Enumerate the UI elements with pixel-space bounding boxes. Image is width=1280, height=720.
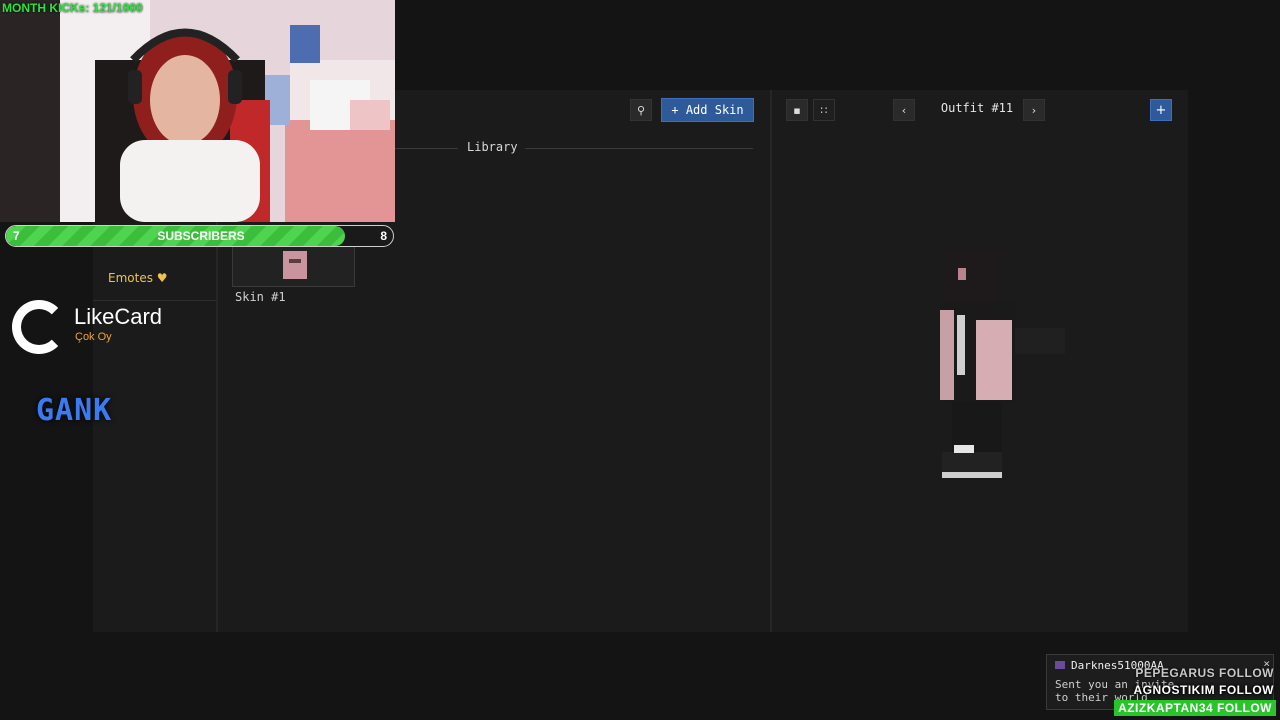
character-ear (958, 268, 966, 280)
chevron-left-icon: ‹ (901, 103, 907, 117)
library-divider-left (395, 148, 458, 149)
outfit-title: Outfit #11 (940, 101, 1014, 115)
webcam-image (0, 0, 395, 222)
follow-alert: AZIZKAPTAN34 FOLLOW (1114, 700, 1276, 716)
sponsor-likecard: LikeCard Çok Oy (12, 300, 212, 356)
character-head (945, 250, 1000, 302)
grid-view-button[interactable]: ∷ (813, 99, 835, 121)
character-jacket (976, 320, 1012, 400)
prev-outfit-button[interactable]: ‹ (893, 99, 915, 121)
subscriber-goal-bar: 7 SUBSCRIBERS 8 (5, 225, 394, 247)
character-preview[interactable] (940, 250, 1070, 485)
character-arm (940, 310, 954, 400)
skin-thumbnail (283, 251, 307, 279)
character-shoe-laces (954, 445, 974, 453)
library-divider-right (525, 148, 753, 149)
skin-card[interactable] (232, 247, 355, 287)
next-outfit-button[interactable]: › (1023, 99, 1045, 121)
library-title: Library (467, 140, 518, 154)
subscriber-goal: 8 (380, 229, 387, 243)
add-skin-button[interactable]: + Add Skin (661, 98, 754, 122)
sponsor-name: LikeCard (74, 304, 163, 329)
gank-logo: GANK (36, 393, 113, 428)
likecard-logo-icon (12, 300, 66, 354)
skin-label: Skin #1 (235, 290, 286, 304)
sidebar-item-label: Emotes (108, 271, 153, 285)
grid-view-icon: ∷ (820, 103, 828, 117)
follow-alert: AGNOSTIKIM FOLLOW (1133, 683, 1274, 697)
month-kicks-counter: MONTH KICKs: 121/1000 (2, 1, 143, 15)
webcam-feed: MONTH KICKs: 121/1000 (0, 0, 395, 222)
subscriber-label: SUBSCRIBERS (157, 229, 245, 243)
heart-icon: ♥ (156, 271, 168, 285)
user-avatar-icon (1055, 661, 1065, 669)
search-button[interactable]: ⚲ (630, 99, 652, 121)
add-outfit-button[interactable]: + (1150, 99, 1172, 121)
character-shirt (957, 315, 965, 375)
single-view-icon: ▪ (793, 103, 801, 117)
chevron-right-icon: › (1031, 103, 1037, 117)
character-soles (942, 472, 1002, 478)
search-icon: ⚲ (636, 103, 646, 117)
character-wing (1015, 328, 1065, 354)
single-view-button[interactable]: ▪ (786, 99, 808, 121)
sidebar-item-emotes[interactable]: Emotes ♥ (108, 271, 168, 285)
sponsor-tagline: Çok Oy (75, 331, 112, 343)
follow-alert: PEPEGARUS FOLLOW (1135, 666, 1274, 680)
